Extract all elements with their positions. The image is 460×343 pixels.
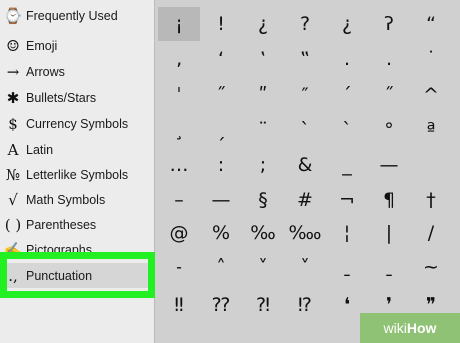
character-cell[interactable]: ‟ xyxy=(284,42,326,76)
character-cell[interactable]: ˝ xyxy=(200,78,242,112)
sidebar-item-letterlike-symbols[interactable]: № Letterlike Symbols xyxy=(0,162,155,187)
character-cell[interactable]: ^ xyxy=(410,78,452,112)
character-cell[interactable]: ¸ xyxy=(158,113,200,147)
latin-a-icon: A xyxy=(7,140,19,159)
character-cell[interactable]: ¬ xyxy=(326,183,368,217)
sidebar-item-bullets-stars[interactable]: ✱ Bullets/Stars xyxy=(0,85,155,110)
character-cell[interactable]: ~ xyxy=(410,250,452,284)
pictograph-icon: ✍ xyxy=(3,240,23,259)
character-cell[interactable]: ʺ xyxy=(242,78,284,112)
wikihow-watermark: wiki How xyxy=(360,313,460,343)
dollar-icon: $ xyxy=(8,114,18,133)
punctuation-icon: ., xyxy=(8,266,18,285)
character-cell[interactable]: ! xyxy=(200,7,242,41)
character-cell[interactable]: . xyxy=(326,42,368,76)
character-cell[interactable]: ․ xyxy=(368,42,410,76)
character-cell[interactable]: _ xyxy=(326,148,368,182)
character-cell[interactable]: ˍ xyxy=(326,250,368,284)
sidebar-item-label: Math Symbols xyxy=(26,192,106,207)
character-cell[interactable]: ‘ xyxy=(200,42,242,76)
sidebar-item-parentheses[interactable]: ( ) Parentheses xyxy=(0,212,155,237)
character-grid: ¡! ¿? ¿ ʔ “‚ ‘‛ ‟. ․ ˙ ˈ ˝ ʺ ″ ´ ˝ ^ ¸ ˏ ¨ ` ˋ ° ª…:; & _ — – — § # ¬ ¶… xyxy=(156,0,460,343)
watermark-wiki-text: wiki xyxy=(383,320,407,336)
character-cell[interactable]: / xyxy=(410,216,452,250)
sidebar-item-label: Letterlike Symbols xyxy=(26,167,129,182)
character-cell[interactable]: “ xyxy=(410,7,452,41)
character-cell[interactable]: — xyxy=(200,183,242,217)
character-cell[interactable]: ¨ xyxy=(242,113,284,147)
sidebar-item-label: Latin xyxy=(26,142,54,157)
sidebar-item-emoji[interactable]: ☺ Emoji xyxy=(0,33,155,58)
character-cell[interactable]: § xyxy=(242,183,284,217)
character-cell[interactable]: ″ xyxy=(284,78,326,112)
character-cell[interactable]: % xyxy=(200,216,242,250)
sidebar-item-label: Parentheses xyxy=(26,217,97,232)
sqrt-icon: √ xyxy=(8,190,18,209)
arrow-icon: → xyxy=(6,62,20,81)
character-cell[interactable]: ˏ xyxy=(200,113,242,147)
character-cell[interactable]: ˈ xyxy=(158,78,200,112)
sidebar-item-frequently-used[interactable]: ⌚ Frequently Used xyxy=(0,3,155,28)
sidebar-item-latin[interactable]: A Latin xyxy=(0,137,155,162)
character-cell[interactable]: ⁇ xyxy=(200,288,242,322)
character-cell[interactable]: ⁈ xyxy=(242,288,284,322)
sidebar-item-label: Bullets/Stars xyxy=(26,90,97,105)
sidebar-item-label: Pictographs xyxy=(26,242,93,257)
sidebar-item-label: Punctuation xyxy=(26,268,93,283)
character-cell[interactable]: – xyxy=(158,183,200,217)
category-sidebar: ⌚ Frequently Used ☺ Emoji → Arrows ✱ Bullets/St… xyxy=(0,0,155,343)
character-cell[interactable]: ˅ xyxy=(284,250,326,284)
sidebar-item-label: Arrows xyxy=(26,64,65,79)
emoji-icon: ☺ xyxy=(6,36,20,55)
character-cell[interactable]: ˅ xyxy=(242,250,284,284)
character-cell[interactable]: ª xyxy=(410,113,452,147)
clock-icon: ⌚ xyxy=(3,6,23,25)
character-cell[interactable]: ʔ xyxy=(368,7,410,41)
character-cell[interactable]: ‰ xyxy=(242,216,284,250)
character-cell[interactable]: ⁉ xyxy=(284,288,326,322)
sidebar-item-math-symbols[interactable]: √ Math Symbols xyxy=(0,187,155,212)
sidebar-item-label: Currency Symbols xyxy=(26,116,129,131)
character-cell[interactable]: ˝ xyxy=(368,78,410,112)
character-cell[interactable]: ´ xyxy=(326,78,368,112)
character-cell[interactable]: ¿ xyxy=(242,7,284,41)
character-cell[interactable]: ¿ xyxy=(326,7,368,41)
character-cell[interactable]: — xyxy=(368,148,410,182)
character-cell[interactable]: | xyxy=(368,216,410,250)
sidebar-item-label: Frequently Used xyxy=(26,8,118,23)
sidebar-item-arrows[interactable]: → Arrows xyxy=(0,59,155,84)
character-cell[interactable]: … xyxy=(158,148,200,182)
watermark-how-text: How xyxy=(406,320,437,336)
character-cell[interactable]: ° xyxy=(368,113,410,147)
character-cell[interactable]: ? xyxy=(284,7,326,41)
character-cell[interactable]: ; xyxy=(242,148,284,182)
character-cell[interactable]: ˋ xyxy=(326,113,368,147)
numero-icon: № xyxy=(5,165,21,184)
parentheses-icon: ( ) xyxy=(4,215,22,234)
character-cell[interactable] xyxy=(410,148,452,182)
character-cell[interactable]: : xyxy=(200,148,242,182)
character-cell[interactable]: & xyxy=(284,148,326,182)
character-cell[interactable]: ‛ xyxy=(242,42,284,76)
sidebar-item-currency-symbols[interactable]: $ Currency Symbols xyxy=(0,111,155,136)
character-cell[interactable]: @ xyxy=(158,216,200,250)
character-cell[interactable]: ˗ xyxy=(158,250,200,284)
sidebar-item-pictographs[interactable]: ✍ Pictographs xyxy=(0,237,155,262)
character-cell[interactable]: ¡ xyxy=(158,7,200,41)
sidebar-item-label: Emoji xyxy=(26,38,58,53)
character-cell[interactable]: # xyxy=(284,183,326,217)
character-cell[interactable]: ‚ xyxy=(158,42,200,76)
character-cell[interactable]: ˍ xyxy=(368,250,410,284)
character-cell[interactable]: ˙ xyxy=(410,42,452,76)
character-cell[interactable]: ‱ xyxy=(284,216,326,250)
character-cell[interactable]: ‼ xyxy=(158,288,200,322)
asterisk-icon: ✱ xyxy=(6,88,20,107)
character-cell[interactable]: ˄ xyxy=(200,250,242,284)
character-cell[interactable]: † xyxy=(410,183,452,217)
character-cell[interactable]: ¦ xyxy=(326,216,368,250)
sidebar-item-punctuation[interactable]: ., Punctuation xyxy=(0,263,155,288)
character-cell[interactable]: ` xyxy=(284,113,326,147)
character-cell[interactable]: ¶ xyxy=(368,183,410,217)
